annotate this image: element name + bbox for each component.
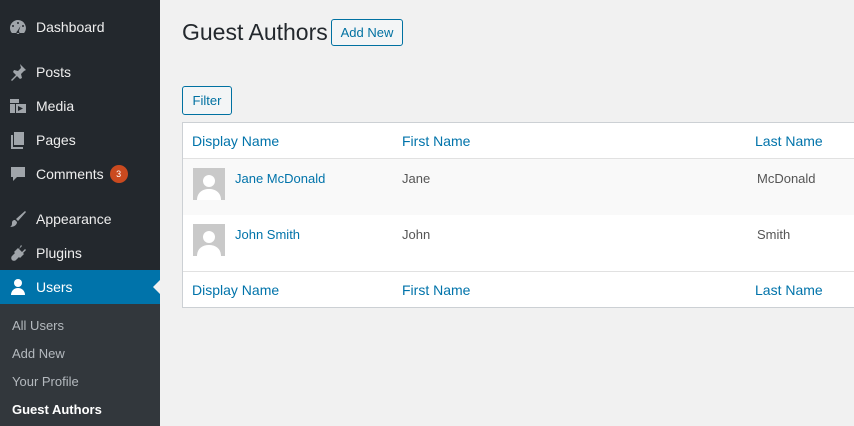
- menu-label: Users: [36, 279, 73, 295]
- submenu-guest-authors[interactable]: Guest Authors: [12, 402, 102, 417]
- dashboard-icon: [8, 17, 28, 37]
- column-header-display-name[interactable]: Display Name: [192, 133, 279, 149]
- menu-item-users[interactable]: Users: [0, 270, 160, 304]
- comment-count-badge: 3: [109, 165, 128, 183]
- column-header-first-name[interactable]: First Name: [402, 133, 470, 149]
- menu-label: Comments: [36, 166, 104, 182]
- menu-item-pages[interactable]: Pages: [0, 123, 160, 157]
- menu-item-comments[interactable]: Comments 3: [0, 157, 160, 191]
- menu-label: Posts: [36, 64, 72, 80]
- column-footer-display-name[interactable]: Display Name: [192, 282, 279, 298]
- menu-label: Dashboard: [36, 19, 105, 35]
- menu-label: Pages: [36, 132, 76, 148]
- filter-button[interactable]: Filter: [182, 86, 232, 115]
- add-new-button[interactable]: Add New: [331, 19, 403, 46]
- page-title: Guest Authors: [182, 19, 328, 45]
- column-footer-last-name[interactable]: Last Name: [755, 282, 823, 298]
- column-header-last-name[interactable]: Last Name: [755, 133, 823, 149]
- table-row: Jane McDonald Jane McDonald: [183, 159, 854, 215]
- display-name-link[interactable]: John Smith: [235, 227, 300, 242]
- submenu-add-new[interactable]: Add New: [12, 346, 65, 361]
- avatar: [193, 224, 225, 256]
- first-name-cell: John: [402, 227, 431, 242]
- submenu-your-profile[interactable]: Your Profile: [12, 374, 79, 389]
- table-row: John Smith John Smith: [183, 215, 854, 271]
- user-icon: [8, 277, 28, 297]
- active-arrow: [153, 280, 160, 294]
- pin-icon: [8, 62, 28, 82]
- menu-item-posts[interactable]: Posts: [0, 55, 160, 89]
- menu-item-appearance[interactable]: Appearance: [0, 202, 160, 236]
- menu-label: Appearance: [36, 211, 112, 227]
- pages-icon: [8, 130, 28, 150]
- menu-label: Plugins: [36, 245, 82, 261]
- display-name-link[interactable]: Jane McDonald: [235, 171, 325, 186]
- menu-item-plugins[interactable]: Plugins: [0, 236, 160, 270]
- first-name-cell: Jane: [402, 171, 431, 186]
- comment-icon: [8, 164, 28, 184]
- media-icon: [8, 96, 28, 116]
- brush-icon: [8, 209, 28, 229]
- avatar: [193, 168, 225, 200]
- guest-authors-table: Display Name First Name Last Name Jane M…: [182, 122, 854, 308]
- plug-icon: [8, 243, 28, 263]
- table-header: Display Name First Name Last Name: [183, 123, 854, 159]
- users-submenu: All Users Add New Your Profile Guest Aut…: [0, 304, 160, 426]
- column-footer-first-name[interactable]: First Name: [402, 282, 470, 298]
- menu-item-dashboard[interactable]: Dashboard: [0, 10, 160, 44]
- table-footer: Display Name First Name Last Name: [183, 271, 854, 308]
- last-name-cell: McDonald: [757, 171, 816, 186]
- admin-sidebar: Dashboard Posts Media Pages Comments 3 A…: [0, 0, 160, 426]
- menu-label: Media: [36, 98, 75, 114]
- menu-item-media[interactable]: Media: [0, 89, 160, 123]
- submenu-all-users[interactable]: All Users: [12, 318, 64, 333]
- last-name-cell: Smith: [757, 227, 791, 242]
